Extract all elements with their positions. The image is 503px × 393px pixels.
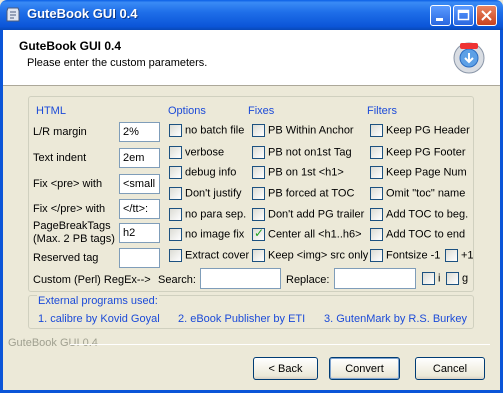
pagebreak-tags-input[interactable] <box>119 223 160 243</box>
checkbox[interactable] <box>422 272 435 285</box>
reserved-tag-label: Reserved tag <box>33 252 99 264</box>
filter-add-toc-to-end[interactable]: Add TOC to end <box>370 228 465 242</box>
html-heading: HTML <box>36 105 66 117</box>
wizard-header: GuteBook GUI 0.4 Please enter the custom… <box>3 30 500 86</box>
fix-pre-close-label: Fix </pre> with <box>33 203 106 215</box>
checkbox[interactable] <box>252 166 265 179</box>
checkbox[interactable] <box>370 208 383 221</box>
fix-keep-img-src-only[interactable]: Keep <img> src only <box>252 249 368 263</box>
back-button[interactable]: < Back <box>253 357 318 380</box>
minimize-button[interactable] <box>430 5 451 26</box>
fix-pb-not-on-1st-tag[interactable]: PB not on1st Tag <box>252 146 352 160</box>
checkbox[interactable] <box>169 166 182 179</box>
checkbox[interactable] <box>169 187 182 200</box>
checkbox[interactable] <box>169 146 182 159</box>
fix-pre-open-input[interactable] <box>119 174 160 194</box>
text-indent-label: Text indent <box>33 152 87 164</box>
maximize-icon <box>457 9 470 21</box>
filter-fontsize-plus[interactable]: +1 <box>445 249 474 263</box>
filter-fontsize-minus[interactable]: Fontsize -1 <box>370 249 440 263</box>
option-no-para-sep[interactable]: no para sep. <box>169 208 246 222</box>
link-calibre[interactable]: 1. calibre by Kovid Goyal <box>38 313 160 325</box>
option-verbose[interactable]: verbose <box>169 146 224 160</box>
link-ebook-publisher[interactable]: 2. eBook Publisher by ETI <box>178 313 305 325</box>
convert-button[interactable]: Convert <box>329 357 400 380</box>
option-extract-cover[interactable]: Extract cover <box>169 249 249 263</box>
checkbox[interactable] <box>370 187 383 200</box>
pagebreak-tags-label: PageBreakTags <box>33 220 111 232</box>
checkbox[interactable] <box>169 124 182 137</box>
checkbox[interactable] <box>252 124 265 137</box>
checkbox[interactable]: ✓ <box>252 226 265 241</box>
link-gutenmark[interactable]: 3. GutenMark by R.S. Burkey <box>324 313 467 325</box>
title-bar[interactable]: GuteBook GUI 0.4 <box>0 0 503 30</box>
filter-omit-toc-name[interactable]: Omit "toc" name <box>370 187 465 201</box>
filters-heading: Filters <box>367 105 397 117</box>
checkmark-icon: ✓ <box>254 226 265 240</box>
checkbox[interactable] <box>370 146 383 159</box>
lr-margin-input[interactable] <box>119 122 160 142</box>
app-icon <box>6 7 20 22</box>
checkbox[interactable] <box>445 249 458 262</box>
options-heading: Options <box>168 105 206 117</box>
checkbox[interactable] <box>169 228 182 241</box>
checkbox[interactable] <box>370 124 383 137</box>
filter-keep-pg-footer[interactable]: Keep PG Footer <box>370 146 466 160</box>
regex-case-insensitive[interactable]: i <box>422 272 440 286</box>
fixes-heading: Fixes <box>248 105 275 117</box>
fix-pb-within-anchor[interactable]: PB Within Anchor <box>252 124 354 138</box>
reserved-tag-input[interactable] <box>119 248 160 268</box>
checkbox[interactable] <box>252 208 265 221</box>
fix-center-all-headings[interactable]: ✓ Center all <h1..h6> <box>252 226 362 242</box>
checkbox[interactable] <box>370 249 383 262</box>
regex-label: Custom (Perl) RegEx--> <box>33 274 151 286</box>
external-programs-heading: External programs used: <box>37 295 159 307</box>
option-dont-justify[interactable]: Don't justify <box>169 187 242 201</box>
fix-pre-open-label: Fix <pre> with <box>33 178 103 190</box>
maximize-button[interactable] <box>453 5 474 26</box>
pagebreak-tags-sublabel: (Max. 2 PB tags) <box>33 233 115 245</box>
external-programs-group: External programs used: 1. calibre by Ko… <box>28 295 474 329</box>
fix-pb-forced-at-toc[interactable]: PB forced at TOC <box>252 187 354 201</box>
window-title: GuteBook GUI 0.4 <box>27 6 138 21</box>
filter-keep-page-num[interactable]: Keep Page Num <box>370 166 467 180</box>
checkbox[interactable] <box>169 208 182 221</box>
text-indent-input[interactable] <box>119 148 160 168</box>
lr-margin-label: L/R margin <box>33 126 87 138</box>
footer-brand: GuteBook GUI 0.4 <box>8 337 98 349</box>
install-disc-icon <box>453 42 485 74</box>
checkbox[interactable] <box>252 146 265 159</box>
regex-global[interactable]: g <box>446 272 468 286</box>
fix-dont-add-pg-trailer[interactable]: Don't add PG trailer <box>252 208 364 222</box>
checkbox[interactable] <box>252 187 265 200</box>
search-input[interactable] <box>200 268 281 289</box>
fix-pb-on-1st-h1[interactable]: PB on 1st <h1> <box>252 166 344 180</box>
header-subtitle: Please enter the custom parameters. <box>27 57 208 69</box>
checkbox[interactable] <box>252 249 265 262</box>
close-button[interactable] <box>476 5 497 26</box>
option-no-batch-file[interactable]: no batch file <box>169 124 244 138</box>
cancel-button[interactable]: Cancel <box>415 357 485 380</box>
fix-pre-close-input[interactable] <box>119 199 160 219</box>
filter-add-toc-to-beg[interactable]: Add TOC to beg. <box>370 208 468 222</box>
minimize-icon <box>436 18 443 21</box>
checkbox[interactable] <box>370 166 383 179</box>
close-icon <box>481 10 492 21</box>
option-no-image-fix[interactable]: no image fix <box>169 228 244 242</box>
checkbox[interactable] <box>169 249 182 262</box>
checkbox[interactable] <box>370 228 383 241</box>
option-debug-info[interactable]: debug info <box>169 166 236 180</box>
search-label: Search: <box>158 274 196 286</box>
replace-label: Replace: <box>286 274 330 286</box>
replace-input[interactable] <box>334 268 416 289</box>
header-title: GuteBook GUI 0.4 <box>19 39 122 53</box>
checkbox[interactable] <box>446 272 459 285</box>
filter-keep-pg-header[interactable]: Keep PG Header <box>370 124 470 138</box>
footer-divider <box>70 344 490 345</box>
